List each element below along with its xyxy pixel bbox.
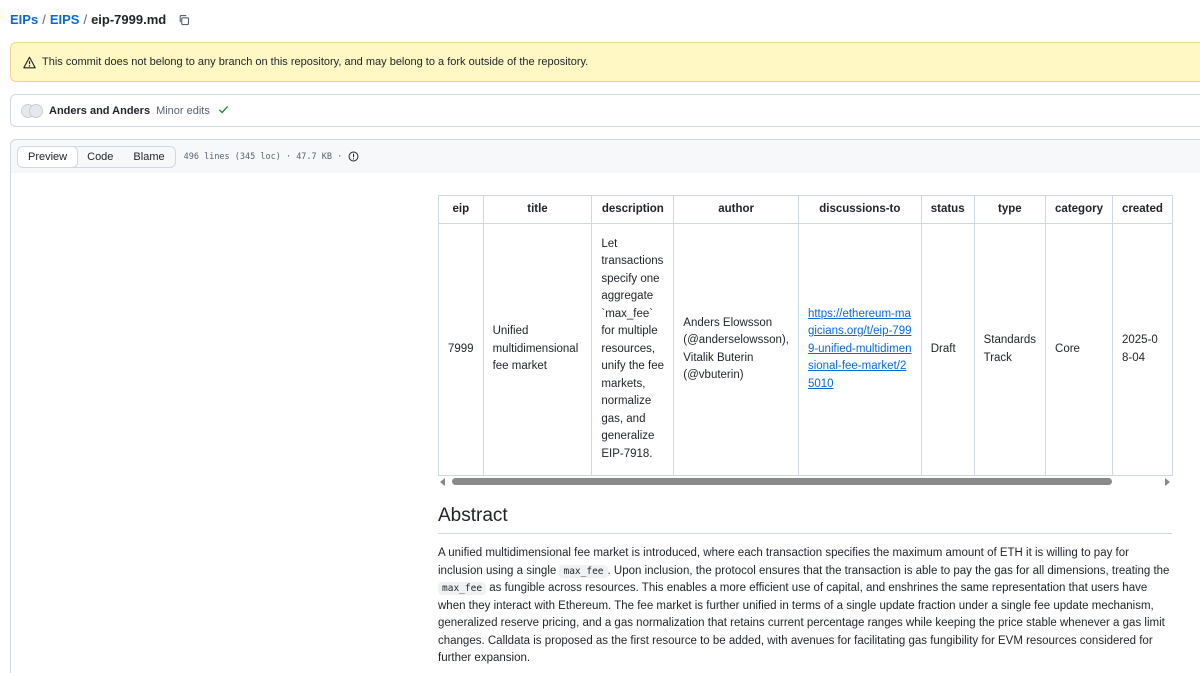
breadcrumb-file-name: eip-7999.md xyxy=(91,12,167,27)
commit-authors[interactable]: Anders and Anders xyxy=(49,105,150,117)
header-type: type xyxy=(973,195,1047,224)
header-eip: eip xyxy=(438,195,484,224)
author-avatars[interactable] xyxy=(21,103,43,118)
inline-code: max_fee xyxy=(559,564,608,578)
cell-status: Draft xyxy=(920,223,975,476)
scroll-right-arrow-icon[interactable] xyxy=(1165,478,1170,486)
tab-blame[interactable]: Blame xyxy=(123,147,174,167)
fork-warning-banner: This commit does not belong to any branc… xyxy=(10,42,1200,82)
header-status: status xyxy=(920,195,975,224)
tab-preview[interactable]: Preview xyxy=(17,146,79,167)
discussions-link[interactable]: https://ethereum-magicians.org/t/eip-799… xyxy=(808,308,912,390)
abstract-text: . Upon inclusion, the protocol ensures t… xyxy=(607,564,1170,577)
cell-author: Anders Elowsson (@anderselowsson), Vital… xyxy=(673,223,799,476)
breadcrumb: EIPs / EIPS / eip-7999.md xyxy=(10,12,190,27)
fork-warning-text: This commit does not belong to any branc… xyxy=(42,56,589,68)
header-category: category xyxy=(1045,195,1113,224)
alert-icon xyxy=(23,56,36,69)
header-author: author xyxy=(673,195,799,224)
header-title: title xyxy=(482,195,593,224)
file-toolbar: Preview Code Blame 496 lines (345 loc) ·… xyxy=(10,139,1200,173)
abstract-heading: Abstract xyxy=(438,505,1172,534)
check-icon[interactable] xyxy=(218,104,229,118)
tab-code[interactable]: Code xyxy=(77,147,123,167)
header-created: created xyxy=(1111,195,1173,224)
commit-message[interactable]: Minor edits xyxy=(156,105,210,117)
abstract-paragraph: A unified multidimensional fee market is… xyxy=(438,545,1172,668)
table-header-row: eip title description author discussions… xyxy=(438,195,1173,224)
breadcrumb-folder-link[interactable]: EIPS xyxy=(50,12,80,27)
frontmatter-table-container[interactable]: eip title description author discussions… xyxy=(438,195,1173,477)
scrollbar-thumb[interactable] xyxy=(452,478,1112,485)
table-horizontal-scrollbar[interactable] xyxy=(438,477,1172,487)
cell-category: Core xyxy=(1045,223,1113,476)
file-info: 496 lines (345 loc) · 47.7 KB · xyxy=(183,151,343,162)
cell-eip: 7999 xyxy=(438,223,484,476)
latest-commit-bar: Anders and Anders Minor edits xyxy=(10,94,1200,127)
breadcrumb-separator: / xyxy=(83,12,88,27)
header-discussions-to: discussions-to xyxy=(797,195,922,224)
abstract-text: as fungible across resources. This enabl… xyxy=(438,582,1165,664)
breadcrumb-separator: / xyxy=(42,12,46,27)
scroll-left-arrow-icon[interactable] xyxy=(440,478,445,486)
table-row: 7999 Unified multidimensional fee market… xyxy=(438,223,1173,476)
view-mode-toggle: Preview Code Blame xyxy=(17,145,176,168)
cell-title: Unified multidimensional fee market xyxy=(482,223,593,476)
avatar[interactable] xyxy=(29,103,43,118)
frontmatter-table: eip title description author discussions… xyxy=(438,195,1173,476)
cell-type: Standards Track xyxy=(973,223,1047,476)
header-description: description xyxy=(591,195,675,224)
breadcrumb-root-link[interactable]: EIPs xyxy=(10,12,38,27)
cell-description: Let transactions specify one aggregate `… xyxy=(591,223,675,476)
inline-code: max_fee xyxy=(438,582,487,595)
cell-created: 2025-08-04 xyxy=(1111,223,1173,476)
info-icon[interactable] xyxy=(348,151,359,162)
copy-path-icon[interactable] xyxy=(178,14,190,26)
cell-discussions-to: https://ethereum-magicians.org/t/eip-799… xyxy=(797,223,922,476)
